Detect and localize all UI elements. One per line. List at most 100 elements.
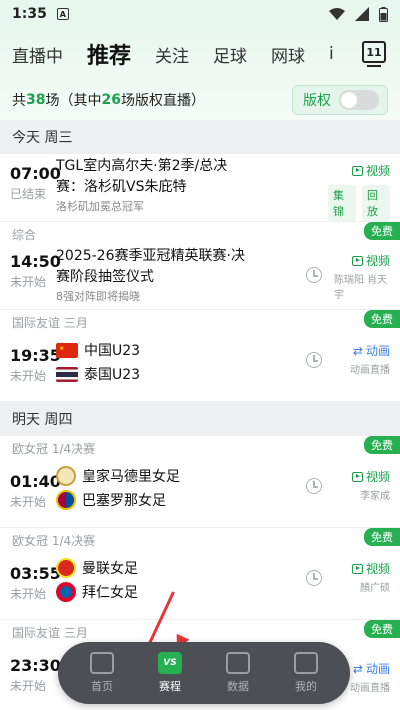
summary-mid: 场（其中 — [45, 93, 102, 109]
video-link[interactable]: 视频 — [351, 560, 390, 577]
match-subtitle: 8强对阵即将揭晓 — [56, 290, 140, 303]
animation-icon: ⇄ — [352, 661, 363, 676]
away-team: 巴塞罗那女足 — [56, 488, 294, 512]
match-card[interactable]: 免费 欧女冠 1/4决赛 03:55 未开始 曼联女足 拜仁女足 视频 顏广硕 — [0, 528, 400, 620]
status-icons — [329, 6, 388, 22]
video-icon — [351, 471, 363, 482]
commentator: 顏广硕 — [360, 583, 390, 594]
animation-link[interactable]: ⇄ 动画 — [353, 660, 390, 677]
nav-schedule[interactable]: VS 赛程 — [140, 652, 200, 694]
tab-football[interactable]: 足球 — [213, 42, 247, 67]
status-time: 1:35 — [12, 6, 47, 22]
free-badge: 免费 — [364, 620, 400, 638]
vs-icon: VS — [158, 652, 182, 674]
video-link[interactable]: 视频 — [351, 468, 390, 485]
home-team: 皇家马德里女足 — [56, 464, 294, 488]
match-time: 23:30 — [10, 656, 61, 675]
home-team: 曼联女足 — [56, 556, 294, 580]
commentator: 陈瑞阳 肖天宇 — [334, 275, 388, 301]
competition-label: 国际友谊 三月 — [12, 315, 88, 330]
animation-icon: ⇄ — [352, 343, 363, 358]
reminder-clock-icon[interactable] — [306, 267, 322, 283]
pitch-icon — [90, 652, 114, 674]
thailand-flag-icon — [56, 366, 78, 382]
nav-schedule-label: 赛程 — [159, 680, 181, 693]
competition-label: 欧女冠 1/4决赛 — [12, 441, 96, 456]
man-utd-crest-icon — [56, 558, 76, 578]
real-madrid-crest-icon — [56, 466, 76, 486]
jersey-icon — [294, 652, 318, 674]
tab-following[interactable]: 关注 — [155, 42, 189, 67]
competition-label: 综合 — [12, 227, 37, 242]
match-time: 14:50 — [10, 252, 61, 271]
china-flag-icon: ★ — [56, 342, 78, 358]
tab-more-partial[interactable]: i — [329, 44, 337, 64]
video-icon — [351, 165, 363, 176]
away-team: 泰国U23 — [56, 362, 294, 386]
match-time: 07:00 — [10, 164, 61, 183]
match-card[interactable]: 免费 国际友谊 三月 19:35 未开始 ★ 中国U23 泰国U23 ⇄ 动画 动… — [0, 310, 400, 402]
battery-icon — [379, 6, 388, 22]
chart-icon — [226, 652, 250, 674]
commentator: 动画直播 — [350, 365, 390, 376]
copyright-label: 版权 — [303, 93, 331, 109]
video-icon — [351, 255, 363, 266]
date-header-tomorrow: 明天 周四 — [0, 402, 400, 436]
free-badge: 免费 — [364, 436, 400, 454]
match-card[interactable]: 免费 综合 14:50 未开始 2025-26赛季亚冠精英联赛·决 赛阶段抽签仪式… — [0, 222, 400, 310]
wifi-icon — [329, 8, 345, 20]
free-badge: 免费 — [364, 528, 400, 546]
tab-tennis[interactable]: 网球 — [271, 42, 305, 67]
video-link[interactable]: 视频 — [351, 252, 390, 269]
category-tabs: 直播中 推荐 关注 足球 网球 i 11 — [12, 28, 388, 80]
status-bar: 1:35 A — [0, 0, 400, 28]
nav-data[interactable]: 数据 — [208, 652, 268, 694]
match-status: 未开始 — [10, 275, 47, 289]
match-status: 未开始 — [10, 369, 47, 383]
match-card[interactable]: 免费 欧女冠 1/4决赛 01:40 未开始 皇家马德里女足 巴塞罗那女足 视频… — [0, 436, 400, 528]
match-title: 2025-26赛季亚冠精英联赛·决 赛阶段抽签仪式 — [56, 248, 245, 285]
notification-icon: A — [56, 8, 69, 20]
match-time: 01:40 — [10, 472, 61, 491]
copyright-filter[interactable]: 版权 — [292, 85, 388, 115]
summary-total: 38 — [26, 92, 46, 108]
match-time: 19:35 — [10, 346, 61, 365]
date-header-today: 今天 周三 — [0, 120, 400, 154]
reminder-clock-icon[interactable] — [306, 478, 322, 494]
free-badge: 免费 — [364, 222, 400, 240]
nav-profile-label: 我的 — [295, 680, 317, 693]
commentator: 李家成 — [360, 491, 390, 502]
nav-home-label: 首页 — [91, 680, 113, 693]
match-summary: 共 38 场（其中 26 场版权直播） 版权 — [12, 80, 388, 120]
bottom-nav: 首页 VS 赛程 数据 我的 — [58, 642, 350, 704]
match-status: 未开始 — [10, 679, 47, 693]
tab-live[interactable]: 直播中 — [12, 42, 63, 67]
signal-icon — [355, 7, 369, 21]
video-link[interactable]: 视频 — [351, 162, 390, 179]
highlights-button[interactable]: 集锦 — [328, 185, 356, 221]
reminder-clock-icon[interactable] — [306, 570, 322, 586]
replay-button[interactable]: 回放 — [362, 185, 390, 221]
nav-home[interactable]: 首页 — [72, 652, 132, 694]
tab-recommended[interactable]: 推荐 — [87, 38, 131, 70]
tab-menu-icon[interactable]: 11 — [362, 41, 386, 67]
reminder-clock-icon[interactable] — [306, 352, 322, 368]
animation-link[interactable]: ⇄ 动画 — [353, 342, 390, 359]
match-subtitle: 洛杉矶加冕总冠军 — [56, 200, 144, 213]
match-status: 已结束 — [10, 187, 47, 201]
match-status: 未开始 — [10, 587, 47, 601]
match-card[interactable]: 07:00 已结束 TGL室内高尔夫·第2季/总决 赛：洛杉矶VS朱庇特 洛杉矶加… — [0, 154, 400, 222]
copyright-toggle[interactable] — [339, 90, 379, 110]
match-time: 03:55 — [10, 564, 61, 583]
video-icon — [351, 563, 363, 574]
bayern-crest-icon — [56, 582, 76, 602]
summary-suffix: 场版权直播） — [120, 93, 205, 109]
competition-label: 欧女冠 1/4决赛 — [12, 533, 96, 548]
svg-text:★: ★ — [59, 345, 64, 352]
nav-data-label: 数据 — [227, 680, 249, 693]
nav-profile[interactable]: 我的 — [276, 652, 336, 694]
commentator: 动画直播 — [350, 683, 390, 694]
barcelona-crest-icon — [56, 490, 76, 510]
summary-prefix: 共 — [12, 93, 26, 109]
match-title: TGL室内高尔夫·第2季/总决 赛：洛杉矶VS朱庇特 — [56, 158, 228, 195]
